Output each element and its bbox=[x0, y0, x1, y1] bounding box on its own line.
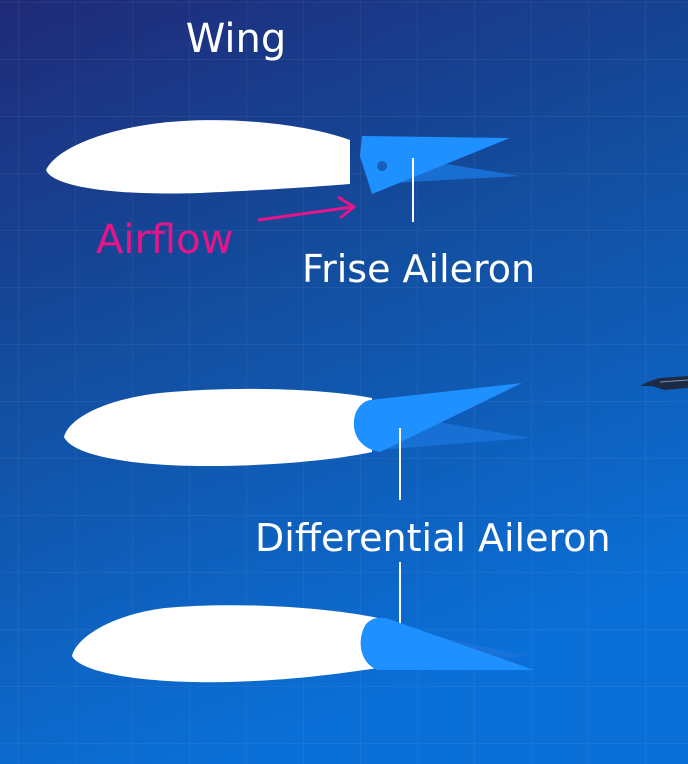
frise-aileron-hinge bbox=[377, 161, 387, 171]
aileron-diagram: Wing Airflow Frise Aileron Differential … bbox=[0, 0, 688, 764]
airflow-label: Airflow bbox=[96, 217, 233, 263]
frise-aileron-label: Frise Aileron bbox=[302, 247, 535, 291]
differential-aileron-label: Differential Aileron bbox=[255, 516, 611, 560]
wing-label: Wing bbox=[186, 16, 287, 62]
